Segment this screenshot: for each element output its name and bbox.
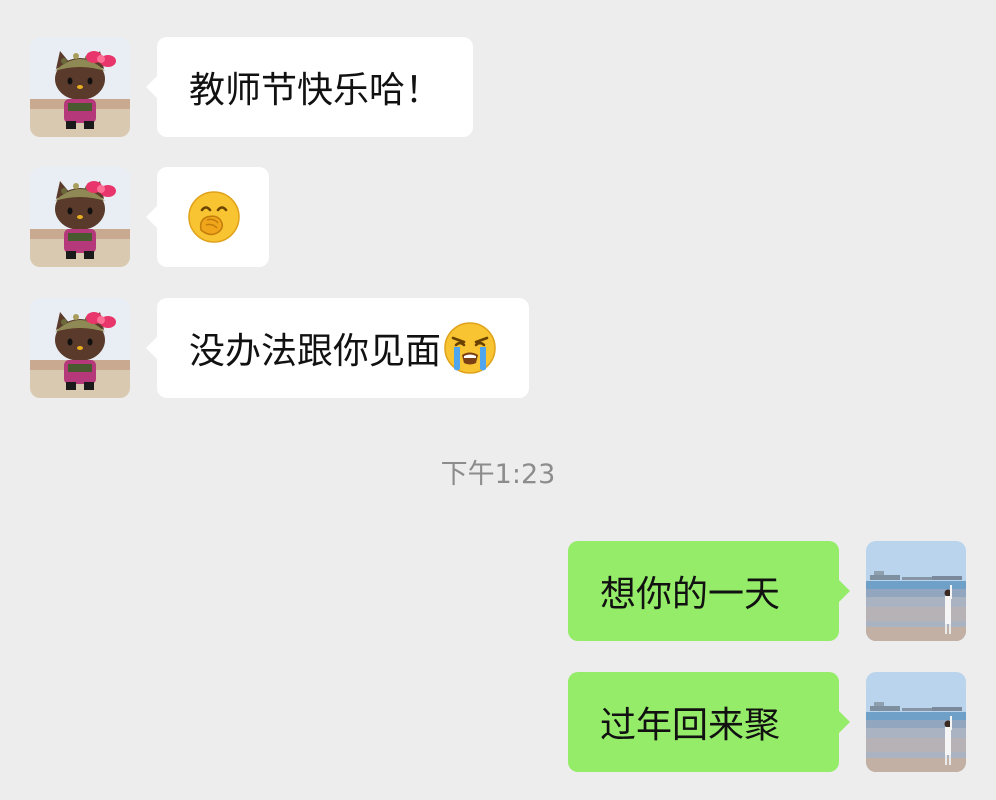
received-message-bubble[interactable]: 没办法跟你见面 <box>145 298 530 398</box>
hello-kitty-avatar-icon <box>30 167 130 267</box>
message-text: 想你的一天 <box>600 574 781 615</box>
message-timestamp: 下午1:23 <box>440 459 556 490</box>
received-message-bubble[interactable]: 教师节快乐哈！ <box>145 37 474 137</box>
beach-photo-avatar-icon <box>866 672 966 772</box>
chat-window: 教师节快乐哈！ 没办法跟你见面 下午1:23 想你的一天 过年回来聚 <box>0 0 996 800</box>
message-text: 没办法跟你见面 <box>189 331 442 372</box>
my-avatar[interactable] <box>866 672 966 772</box>
my-avatar[interactable] <box>866 541 966 641</box>
hello-kitty-avatar-icon <box>30 37 130 137</box>
hello-kitty-avatar-icon <box>30 298 130 398</box>
message-text: 过年回来聚 <box>600 705 781 746</box>
beach-photo-avatar-icon <box>866 541 966 641</box>
message-text: 教师节快乐哈！ <box>189 70 442 111</box>
hand-over-mouth-emoji-icon <box>187 190 241 244</box>
friend-avatar[interactable] <box>30 298 130 398</box>
friend-avatar[interactable] <box>30 37 130 137</box>
sent-message-bubble[interactable]: 过年回来聚 <box>568 672 850 772</box>
friend-avatar[interactable] <box>30 167 130 267</box>
sent-message-bubble[interactable]: 想你的一天 <box>568 541 850 641</box>
loudly-crying-emoji-icon <box>443 321 497 375</box>
received-emoji-bubble[interactable] <box>146 167 269 267</box>
